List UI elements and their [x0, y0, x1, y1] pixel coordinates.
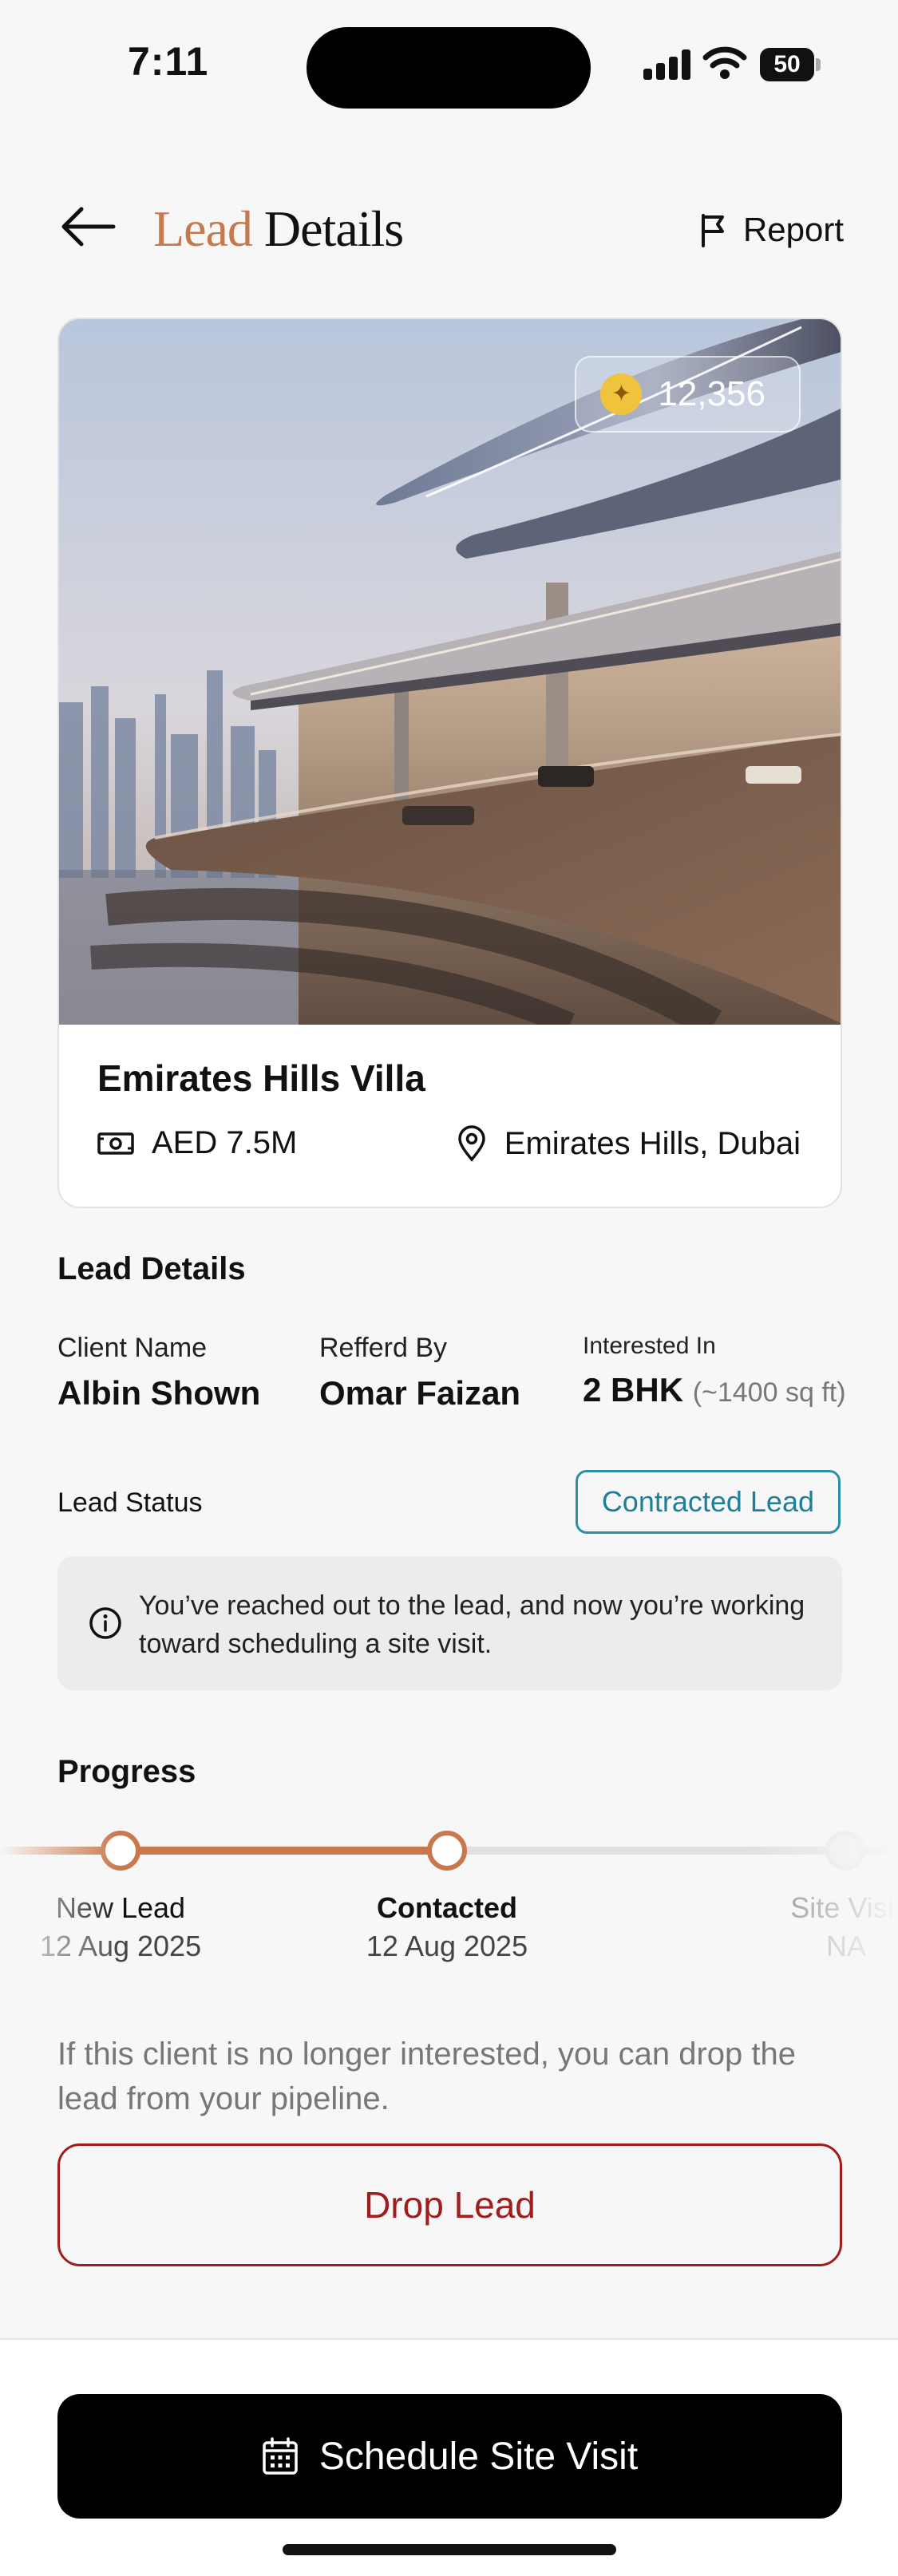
property-location: Emirates Hills, Dubai	[457, 1125, 801, 1162]
page-title-rest: Details	[263, 200, 404, 257]
progress-fade-right	[746, 1804, 898, 1987]
wifi-icon	[702, 46, 747, 79]
interested-in-value: 2 BHK (~1400 sq ft)	[583, 1371, 846, 1409]
lead-status-badge: Contracted Lead	[575, 1470, 841, 1534]
page-title-accent: Lead	[153, 200, 253, 257]
report-label: Report	[742, 211, 844, 248]
progress-step-contacted-label: Contacted	[376, 1891, 517, 1924]
flag-icon	[701, 214, 724, 247]
property-card[interactable]: 12,356 Emirates Hills Villa AED 7.5M Emi…	[57, 318, 842, 1208]
coins-badge: 12,356	[575, 356, 801, 433]
property-location-value: Emirates Hills, Dubai	[504, 1125, 801, 1161]
schedule-site-visit-label: Schedule Site Visit	[318, 2435, 639, 2478]
client-name-value: Albin Shown	[57, 1374, 261, 1412]
progress-step-contacted-dot	[427, 1831, 467, 1871]
property-price: AED 7.5M	[97, 1125, 297, 1161]
lead-status-label: Lead Status	[57, 1488, 203, 1518]
page-header: Lead Details Report	[57, 184, 844, 271]
property-name: Emirates Hills Villa	[97, 1057, 425, 1099]
signal-icon	[643, 49, 691, 80]
location-pin-icon	[458, 1125, 485, 1162]
interested-in-label: Interested In	[583, 1333, 716, 1359]
property-price-value: AED 7.5M	[152, 1125, 298, 1160]
battery-level: 50	[760, 48, 814, 81]
referred-by-value: Omar Faizan	[319, 1374, 521, 1412]
arrow-left-icon	[61, 207, 116, 247]
dynamic-island	[307, 27, 591, 109]
interested-in-area: (~1400 sq ft)	[692, 1377, 846, 1408]
home-indicator	[283, 2544, 616, 2555]
cash-icon	[97, 1132, 134, 1155]
schedule-site-visit-button[interactable]: Schedule Site Visit	[57, 2394, 842, 2519]
report-button[interactable]: Report	[698, 207, 844, 252]
status-bar: 7:11 50	[0, 0, 898, 136]
coin-icon	[600, 373, 643, 415]
battery-icon: 50	[760, 48, 821, 81]
interested-in-bhk: 2 BHK	[583, 1371, 684, 1409]
drop-lead-button[interactable]: Drop Lead	[57, 2143, 842, 2266]
calendar-icon	[263, 2437, 298, 2475]
lead-details-heading: Lead Details	[57, 1251, 246, 1286]
status-info-box: You’ve reached out to the lead, and now …	[57, 1556, 842, 1690]
referred-by-label: Refferd By	[319, 1333, 448, 1363]
progress-step-contacted-date: 12 Aug 2025	[366, 1930, 528, 1962]
status-info-text: You’ve reached out to the lead, and now …	[139, 1590, 805, 1659]
back-button[interactable]	[57, 203, 121, 251]
coins-value: 12,356	[658, 374, 765, 413]
status-time: 7:11	[128, 39, 209, 84]
progress-fade-left	[0, 1804, 120, 1987]
client-name-label: Client Name	[57, 1333, 208, 1363]
progress-heading: Progress	[57, 1754, 196, 1789]
drop-lead-note: If this client is no longer interested, …	[57, 2037, 796, 2116]
info-icon	[89, 1607, 121, 1639]
page-title: Lead Details	[153, 200, 404, 259]
